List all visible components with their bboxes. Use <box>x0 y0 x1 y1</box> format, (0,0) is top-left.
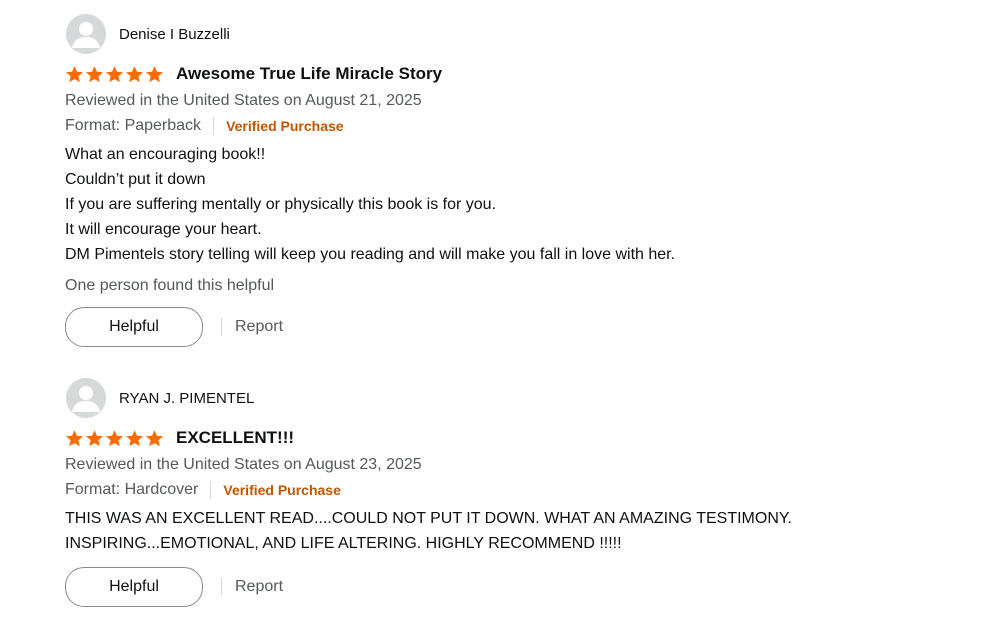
review-body-line: What an encouraging book!! <box>65 146 266 163</box>
review-actions: Helpful Report <box>65 567 965 607</box>
star-icon <box>65 65 84 82</box>
star-icon <box>85 65 104 82</box>
helpful-count: One person found this helpful <box>65 277 275 294</box>
format-link[interactable]: Format: Paperback <box>65 116 201 136</box>
review-header: Awesome True Life Miracle Story <box>65 62 965 86</box>
review-date: Reviewed in the United States on August … <box>65 456 422 473</box>
star-rating[interactable] <box>65 429 164 448</box>
star-icon <box>105 429 124 446</box>
helpful-button[interactable]: Helpful <box>65 567 203 607</box>
review-date: Reviewed in the United States on August … <box>65 92 422 109</box>
divider <box>221 318 222 336</box>
avatar <box>66 14 106 54</box>
format-row: Format: Paperback Verified Purchase <box>65 116 965 136</box>
star-icon <box>105 65 124 82</box>
reviewer-name: Denise I Buzzelli <box>119 25 230 43</box>
review-body: THIS WAS AN EXCELLENT READ....COULD NOT … <box>65 506 965 556</box>
review-body: What an encouraging book!! Couldn’t put … <box>65 142 965 267</box>
star-icon <box>65 429 84 446</box>
review-body-line: THIS WAS AN EXCELLENT READ....COULD NOT … <box>65 510 792 527</box>
star-rating[interactable] <box>65 65 164 84</box>
reviewer-name: RYAN J. PIMENTEL <box>119 389 255 407</box>
review-body-line: Couldn’t put it down <box>65 171 206 188</box>
reviewer-profile[interactable]: Denise I Buzzelli <box>65 14 965 54</box>
person-icon <box>66 378 106 418</box>
divider <box>213 117 215 135</box>
review-card: Denise I Buzzelli Awesome True Life Mira… <box>65 14 965 347</box>
star-icon <box>145 429 164 446</box>
star-icon <box>125 65 144 82</box>
verified-purchase-badge[interactable]: Verified Purchase <box>223 480 341 500</box>
star-icon <box>145 65 164 82</box>
divider <box>210 481 212 499</box>
review-body-line: It will encourage your heart. <box>65 221 262 238</box>
review-header: EXCELLENT!!! <box>65 426 965 450</box>
avatar <box>66 378 106 418</box>
review-body-line: INSPIRING...EMOTIONAL, AND LIFE ALTERING… <box>65 535 622 552</box>
helpful-button[interactable]: Helpful <box>65 307 203 347</box>
review-title[interactable]: Awesome True Life Miracle Story <box>176 64 442 84</box>
report-link[interactable]: Report <box>235 318 283 336</box>
review-body-line: DM Pimentels story telling will keep you… <box>65 246 676 263</box>
review-card: RYAN J. PIMENTEL EXCELLENT!!! Reviewed i… <box>65 378 965 607</box>
review-actions: Helpful Report <box>65 307 965 347</box>
report-link[interactable]: Report <box>235 578 283 596</box>
person-icon <box>66 14 106 54</box>
star-icon <box>125 429 144 446</box>
format-row: Format: Hardcover Verified Purchase <box>65 480 965 500</box>
reviewer-profile[interactable]: RYAN J. PIMENTEL <box>65 378 965 418</box>
review-title[interactable]: EXCELLENT!!! <box>176 428 294 448</box>
review-body-line: If you are suffering mentally or physica… <box>65 196 497 213</box>
format-link[interactable]: Format: Hardcover <box>65 480 198 500</box>
divider <box>221 578 222 596</box>
star-icon <box>85 429 104 446</box>
verified-purchase-badge[interactable]: Verified Purchase <box>226 116 344 136</box>
